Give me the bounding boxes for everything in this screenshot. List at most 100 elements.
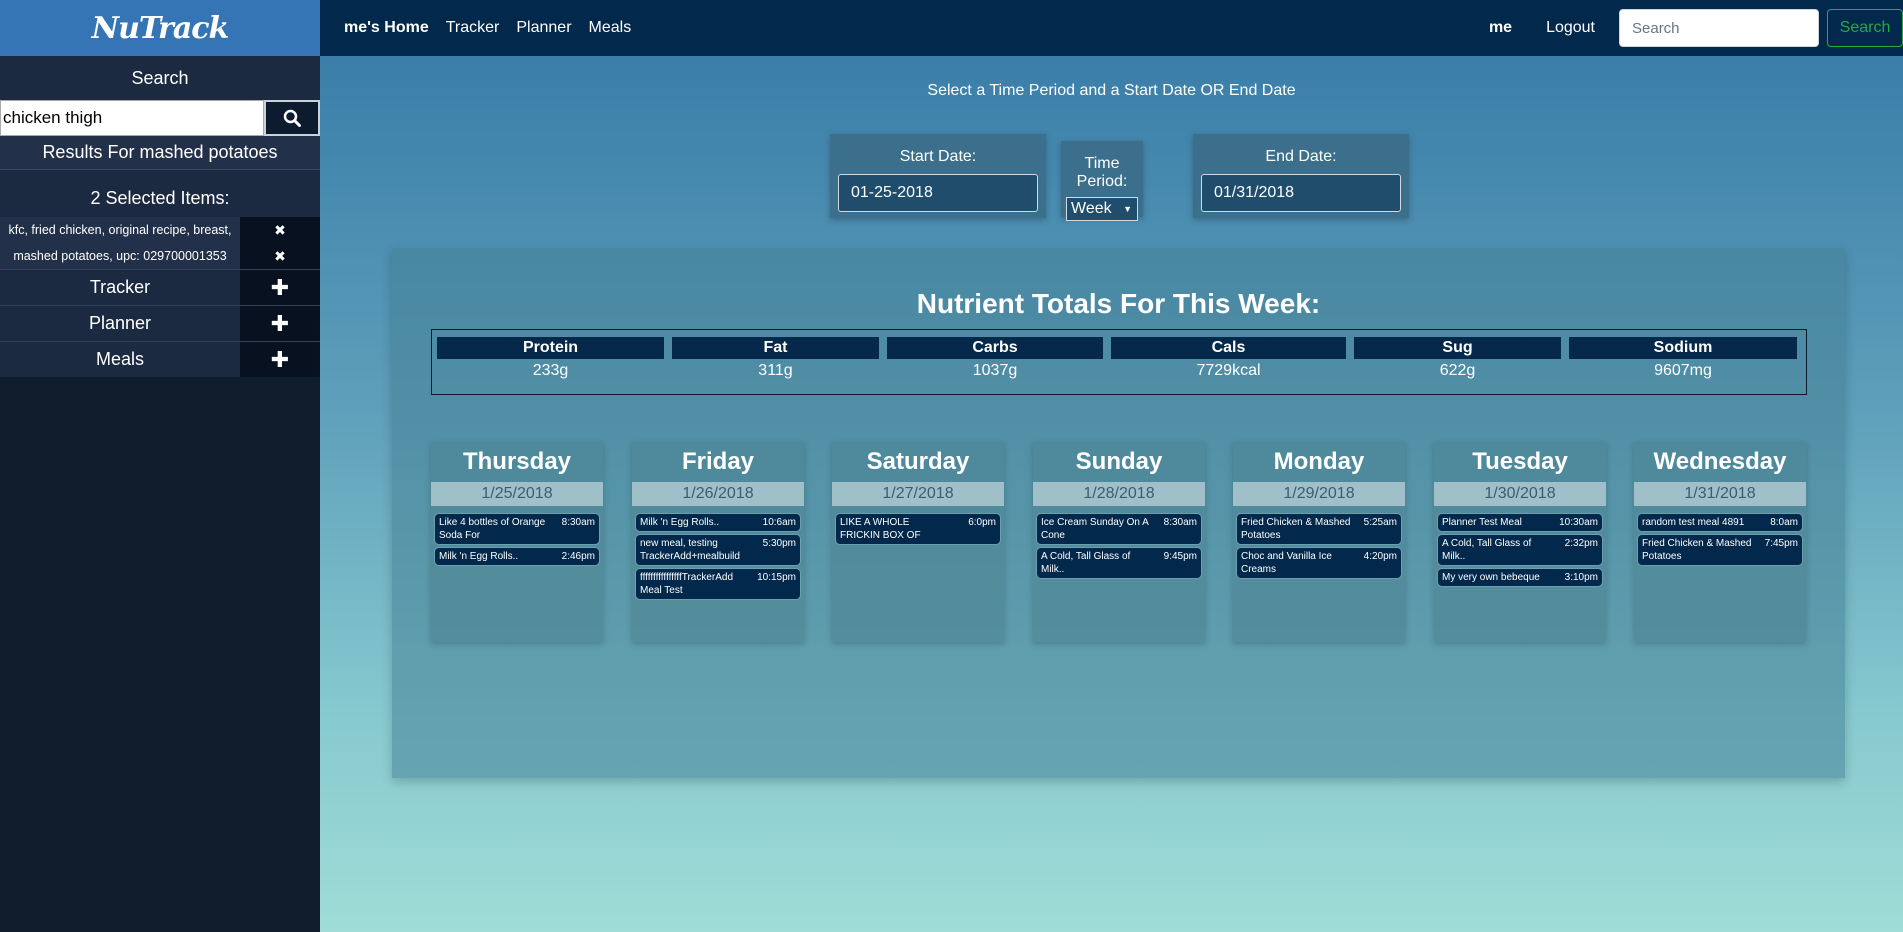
meal-item[interactable]: Fried Chicken & Mashed Potatoes 7:45pm — [1638, 535, 1802, 565]
nutrient-value: 311g — [758, 362, 793, 379]
time-period-select[interactable]: Week ▼ — [1066, 197, 1138, 221]
remove-item-icon[interactable]: ✖ — [240, 243, 320, 269]
nav-home-link[interactable]: me's Home — [344, 19, 429, 37]
logout-link[interactable]: Logout — [1546, 19, 1595, 37]
day-name: Monday — [1233, 442, 1405, 482]
meal-time: 5:30pm — [762, 538, 796, 549]
meal-item[interactable]: Planner Test Meal 10:30am — [1438, 514, 1602, 531]
main-content: Select a Time Period and a Start Date OR… — [320, 56, 1903, 932]
meal-name: A Cold, Tall Glass of Milk.. — [1041, 551, 1131, 575]
meal-time: 2:46pm — [561, 551, 595, 562]
day-date: 1/29/2018 — [1233, 482, 1405, 506]
time-period-box: Time Period: Week ▼ — [1061, 141, 1143, 221]
meal-time: 3:10pm — [1564, 572, 1598, 583]
meal-time: 5:25am — [1363, 517, 1397, 528]
meal-list: Fried Chicken & Mashed Potatoes 5:25am Ch… — [1233, 506, 1405, 578]
day-card-saturday[interactable]: Saturday 1/27/2018 LIKE A WHOLE FRICKIN … — [832, 442, 1004, 642]
instruction-text: Select a Time Period and a Start Date OR… — [927, 82, 1296, 99]
selected-item: mashed potatoes, upc: 029700001353 ✖ — [0, 243, 320, 269]
day-date: 1/25/2018 — [431, 482, 603, 506]
day-date: 1/28/2018 — [1033, 482, 1205, 506]
meal-item[interactable]: LIKE A WHOLE FRICKIN BOX OF 6:0pm — [836, 514, 1000, 544]
day-card-wednesday[interactable]: Wednesday 1/31/2018 random test meal 489… — [1634, 442, 1806, 642]
day-card-monday[interactable]: Monday 1/29/2018 Fried Chicken & Mashed … — [1233, 442, 1405, 642]
day-date: 1/27/2018 — [832, 482, 1004, 506]
meal-time: 8:0am — [1770, 517, 1798, 528]
meal-item[interactable]: A Cold, Tall Glass of Milk.. 2:32pm — [1438, 535, 1602, 565]
meal-item[interactable]: A Cold, Tall Glass of Milk.. 9:45pm — [1037, 548, 1201, 578]
plus-icon[interactable]: ✚ — [240, 270, 320, 305]
sidebar-section-planner[interactable]: Planner ✚ — [0, 305, 320, 341]
nutrient-totals-title: Nutrient Totals For This Week: — [916, 288, 1321, 319]
caret-down-icon: ▼ — [1123, 204, 1132, 214]
brand-logo[interactable]: NuTrack — [0, 0, 320, 56]
meal-item[interactable]: new meal, testing TrackerAdd+mealbuild 5:… — [636, 535, 800, 565]
sidebar-search-button[interactable] — [264, 100, 320, 136]
time-period-label: Time Period: — [1076, 155, 1128, 190]
meal-item[interactable]: Milk 'n Egg Rolls.. 2:46pm — [435, 548, 599, 565]
day-card-tuesday[interactable]: Tuesday 1/30/2018 Planner Test Meal 10:30… — [1434, 442, 1606, 642]
sidebar-selected-label: 2 Selected Items: — [0, 170, 320, 217]
meal-item[interactable]: Milk 'n Egg Rolls.. 10:6am — [636, 514, 800, 531]
nutrient-column: Cals 7729kcal — [1111, 337, 1346, 394]
day-name: Sunday — [1033, 442, 1205, 482]
nutrient-column: Sug 622g — [1354, 337, 1561, 394]
plus-icon[interactable]: ✚ — [240, 342, 320, 377]
user-link[interactable]: me — [1489, 19, 1512, 37]
sidebar-search-input[interactable] — [0, 100, 264, 136]
meal-name: Milk 'n Egg Rolls.. — [640, 517, 720, 528]
sidebar-section-meals[interactable]: Meals ✚ — [0, 341, 320, 377]
meal-name: A Cold, Tall Glass of Milk.. — [1442, 538, 1532, 562]
sidebar-section-tracker[interactable]: Tracker ✚ — [0, 269, 320, 305]
meal-item[interactable]: random test meal 4891 8:0am — [1638, 514, 1802, 531]
meal-time: 8:30am — [1163, 517, 1197, 528]
plus-icon[interactable]: ✚ — [240, 306, 320, 341]
day-card-thursday[interactable]: Thursday 1/25/2018 Like 4 bottles of Ora… — [431, 442, 603, 642]
nutrient-header: Sug — [1354, 337, 1561, 359]
nutrient-value: 1037g — [972, 362, 1018, 379]
search-icon — [283, 109, 301, 127]
nutrient-column: Protein 233g — [437, 337, 664, 394]
start-date-input[interactable] — [838, 174, 1038, 212]
meal-list: Planner Test Meal 10:30am A Cold, Tall Gl… — [1434, 506, 1606, 586]
meal-name: Ice Cream Sunday On A Cone — [1041, 517, 1149, 541]
remove-item-icon[interactable]: ✖ — [240, 217, 320, 243]
end-date-input[interactable] — [1201, 174, 1401, 212]
nutrient-totals-table: Protein 233g Fat 311g Carbs 1037g Cals 7… — [431, 329, 1807, 395]
meal-list: random test meal 4891 8:0am Fried Chicken… — [1634, 506, 1806, 565]
meal-name: new meal, testing TrackerAdd+mealbuild — [640, 538, 740, 562]
meal-item[interactable]: My very own bebeque 3:10pm — [1438, 569, 1602, 586]
brand-text: NuTrack — [91, 10, 230, 46]
meal-item[interactable]: ffffffffffffffffTrackerAdd Meal Test 10:1… — [636, 569, 800, 599]
nutrient-value: 9607mg — [1654, 362, 1712, 379]
meal-time: 8:30am — [561, 517, 595, 528]
sidebar-search-label: Search — [0, 56, 320, 100]
nutrient-header: Fat — [672, 337, 879, 359]
meal-time: 4:20pm — [1363, 551, 1397, 562]
meal-item[interactable]: Like 4 bottles of Orange Soda For 8:30am — [435, 514, 599, 544]
nav-meals-link[interactable]: Meals — [589, 19, 632, 37]
meal-name: My very own bebeque — [1442, 572, 1540, 583]
meal-item[interactable]: Ice Cream Sunday On A Cone 8:30am — [1037, 514, 1201, 544]
day-date: 1/30/2018 — [1434, 482, 1606, 506]
selected-item: kfc, fried chicken, original recipe, bre… — [0, 217, 320, 243]
meal-time: 9:45pm — [1163, 551, 1197, 562]
meal-name: Fried Chicken & Mashed Potatoes — [1241, 517, 1351, 541]
nav-search-button[interactable]: Search — [1827, 9, 1903, 47]
sidebar-results-label: Results For mashed potatoes — [0, 136, 320, 170]
day-card-friday[interactable]: Friday 1/26/2018 Milk 'n Egg Rolls.. 10:6… — [632, 442, 804, 642]
day-name: Wednesday — [1634, 442, 1806, 482]
meal-name: Fried Chicken & Mashed Potatoes — [1642, 538, 1752, 562]
nav-search-input[interactable] — [1619, 9, 1819, 47]
day-card-sunday[interactable]: Sunday 1/28/2018 Ice Cream Sunday On A C… — [1033, 442, 1205, 642]
meal-item[interactable]: Fried Chicken & Mashed Potatoes 5:25am — [1237, 514, 1401, 544]
sidebar-search-row — [0, 100, 320, 136]
nutrient-header: Carbs — [887, 337, 1103, 359]
day-name: Friday — [632, 442, 804, 482]
nav-planner-link[interactable]: Planner — [516, 19, 571, 37]
meal-item[interactable]: Choc and Vanilla Ice Creams 4:20pm — [1237, 548, 1401, 578]
meal-list: Milk 'n Egg Rolls.. 10:6am new meal, test… — [632, 506, 804, 599]
day-name: Tuesday — [1434, 442, 1606, 482]
nav-tracker-link[interactable]: Tracker — [446, 19, 500, 37]
sidebar-section-label: Meals — [95, 349, 144, 369]
